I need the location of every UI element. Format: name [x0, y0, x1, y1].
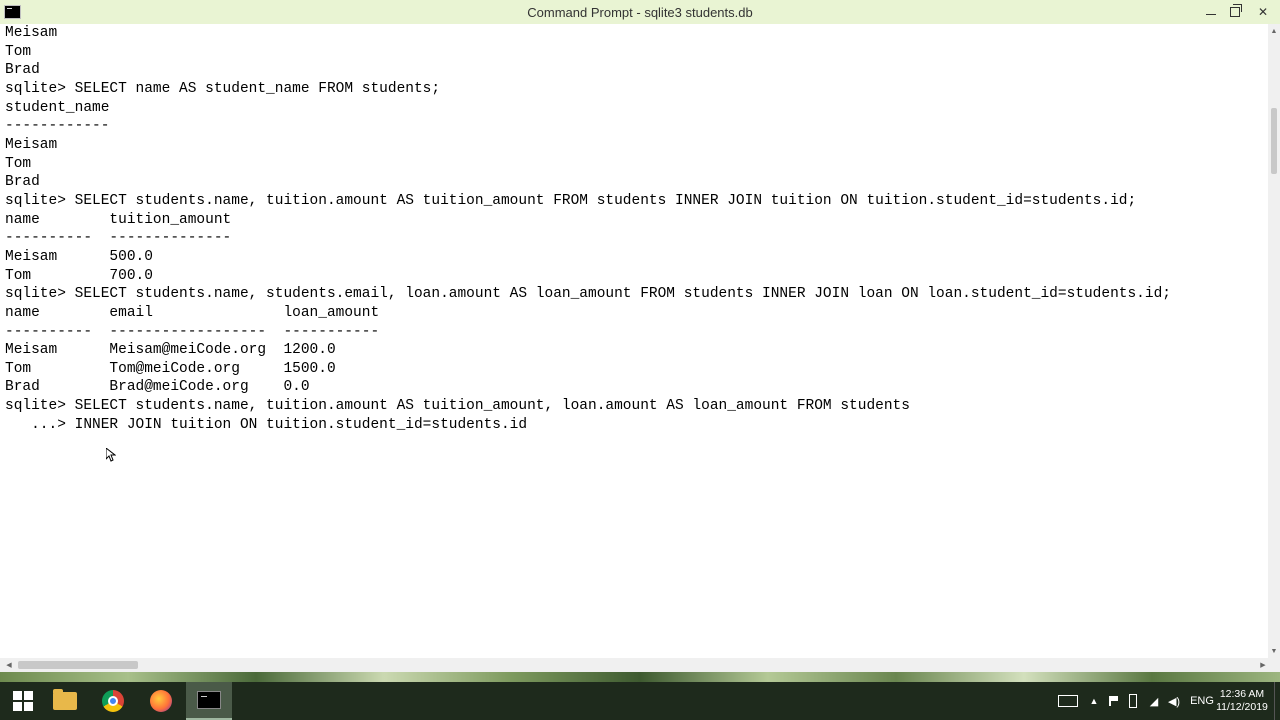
clock-time: 12:36 AM — [1219, 688, 1265, 700]
console-output-line: Tom Tom@meiCode.org 1500.0 — [5, 360, 336, 377]
console-command-line: sqlite> SELECT students.name, tuition.am… — [5, 192, 1137, 209]
title-bar: Command Prompt - sqlite3 students.db ✕ — [0, 0, 1280, 24]
horizontal-scrollbar[interactable]: ◀ ▶ — [0, 658, 1280, 672]
input-language-button[interactable]: ENG — [1188, 682, 1216, 720]
firefox-icon — [150, 690, 172, 712]
console-output-line: Meisam 500.0 — [5, 248, 153, 265]
console-output-line: Meisam — [5, 136, 58, 153]
clock-date: 11/12/2019 — [1216, 701, 1268, 713]
horizontal-scroll-thumb[interactable] — [18, 661, 138, 669]
touch-keyboard-button[interactable] — [1056, 682, 1080, 720]
file-explorer-button[interactable] — [42, 682, 88, 720]
wifi-icon: ◢ — [1149, 695, 1159, 708]
flag-icon — [1108, 696, 1120, 706]
console-output-line: Tom 700.0 — [5, 267, 153, 284]
console-output-line: ------------ — [5, 118, 110, 135]
console-text: Meisam Tom Brad sqlite> SELECT name AS s… — [0, 24, 1268, 434]
command-prompt-taskbar-button[interactable] — [186, 682, 232, 720]
vertical-scroll-thumb[interactable] — [1271, 108, 1277, 174]
console-output-line: Brad — [5, 62, 40, 79]
console-output-line: Brad Brad@meiCode.org 0.0 — [5, 379, 310, 396]
console-output-line: Tom — [5, 43, 32, 60]
console-output-line: student_name — [5, 99, 110, 116]
start-button[interactable] — [0, 682, 46, 720]
firefox-button[interactable] — [138, 682, 184, 720]
console-output-line: ---------- ------------------ ----------… — [5, 323, 380, 340]
console-output-line: Meisam — [5, 25, 58, 41]
folder-icon — [53, 689, 77, 710]
scroll-up-icon[interactable]: ▲ — [1268, 24, 1280, 38]
taskbar-clock[interactable]: 12:36 AM 11/12/2019 — [1216, 682, 1268, 720]
scroll-left-icon[interactable]: ◀ — [2, 658, 16, 672]
battery-button[interactable] — [1126, 682, 1140, 720]
desktop-wallpaper — [0, 672, 1280, 682]
close-icon: ✕ — [1257, 5, 1269, 19]
console-output-line: name email loan_amount — [5, 304, 380, 321]
console-output-line: Tom — [5, 155, 32, 172]
console-output-line: ---------- -------------- — [5, 230, 232, 247]
restore-icon — [1230, 4, 1242, 17]
show-desktop-button[interactable] — [1274, 682, 1280, 720]
console-command-line: sqlite> SELECT students.name, students.e… — [5, 286, 1171, 303]
chevron-up-icon: ▲ — [1089, 696, 1099, 706]
window-title: Command Prompt - sqlite3 students.db — [527, 5, 753, 20]
console-output-line: Meisam Meisam@meiCode.org 1200.0 — [5, 342, 336, 359]
chrome-icon — [102, 690, 124, 712]
console-command-line: ...> INNER JOIN tuition ON tuition.stude… — [5, 416, 528, 433]
scroll-right-icon[interactable]: ▶ — [1256, 658, 1270, 672]
show-hidden-icons-button[interactable]: ▲ — [1088, 682, 1100, 720]
battery-icon — [1129, 694, 1137, 708]
console-output-line: Brad — [5, 174, 40, 191]
keyboard-icon — [1058, 695, 1078, 707]
volume-button[interactable]: ◀) — [1166, 682, 1182, 720]
network-button[interactable]: ◢ — [1146, 682, 1162, 720]
vertical-scrollbar[interactable]: ▲ ▼ — [1268, 24, 1280, 658]
terminal-icon — [197, 691, 221, 709]
windows-logo-icon — [13, 691, 33, 711]
chrome-button[interactable] — [90, 682, 136, 720]
scroll-down-icon[interactable]: ▼ — [1268, 644, 1280, 658]
console-output-line: name tuition_amount — [5, 211, 232, 228]
console-command-line: sqlite> SELECT students.name, tuition.am… — [5, 398, 910, 415]
speaker-icon: ◀) — [1167, 695, 1181, 708]
console-output[interactable]: Meisam Tom Brad sqlite> SELECT name AS s… — [0, 24, 1268, 658]
close-button[interactable]: ✕ — [1240, 0, 1280, 24]
action-center-flag-button[interactable] — [1106, 682, 1122, 720]
console-command-line: sqlite> SELECT name AS student_name FROM… — [5, 80, 441, 97]
